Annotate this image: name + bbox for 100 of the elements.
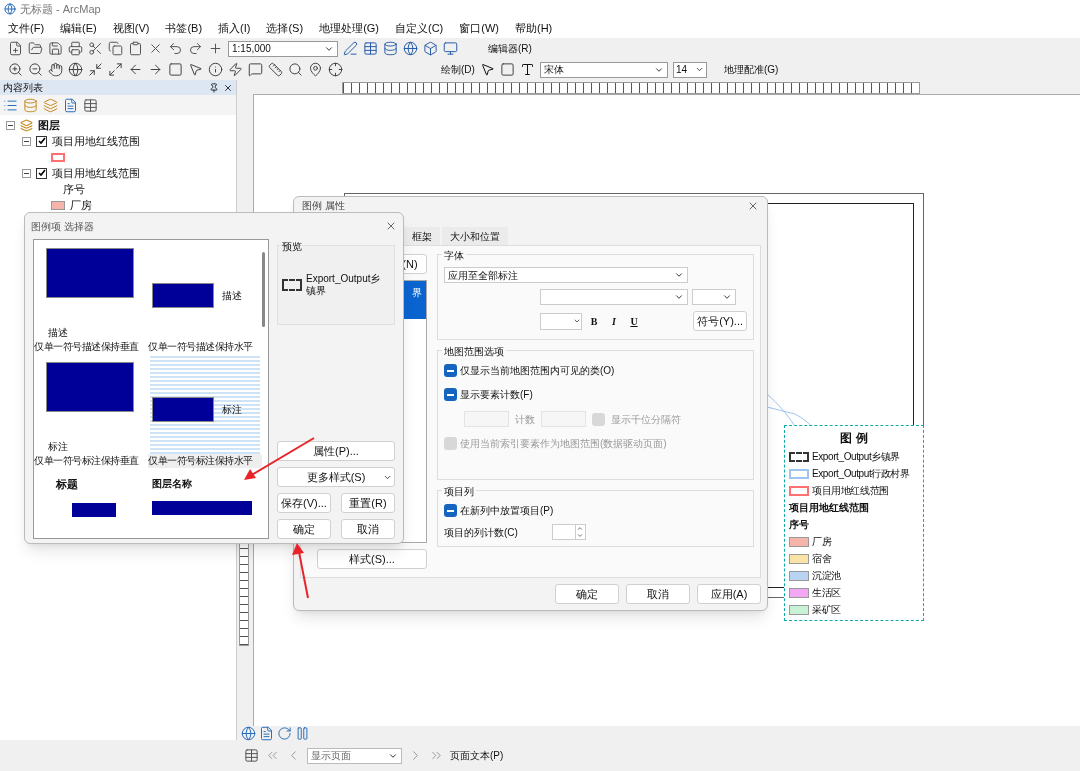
edit-pen-icon[interactable] (343, 41, 358, 56)
expand-icon[interactable] (108, 62, 123, 77)
font-combo[interactable]: 宋体 (539, 61, 668, 78)
delete-icon[interactable] (148, 41, 163, 56)
pin-icon[interactable] (209, 82, 219, 93)
printer-icon[interactable] (68, 41, 83, 56)
close-icon[interactable] (747, 200, 759, 212)
folder-icon[interactable] (28, 41, 43, 56)
menu-item[interactable]: 帮助(H) (515, 19, 553, 37)
scale-combo[interactable]: 1:15,000 (228, 40, 338, 57)
gallery-item[interactable]: 描述 仅单一符号描述保持垂直 (34, 240, 148, 354)
tree-label[interactable]: 图层 (38, 116, 60, 134)
window-icon[interactable] (443, 41, 458, 56)
menu-item[interactable]: 窗口(W) (459, 19, 499, 37)
pointer-icon[interactable] (188, 62, 203, 77)
lightning-icon[interactable] (228, 62, 243, 77)
table-icon[interactable] (363, 41, 378, 56)
drawing-menu[interactable]: 绘制(D) (441, 62, 475, 77)
georeferencing-menu[interactable]: 地理配准(G) (723, 62, 779, 77)
zoom-in-icon[interactable] (8, 62, 23, 77)
menu-item[interactable]: 文件(F) (8, 19, 45, 37)
new-file-icon[interactable] (8, 41, 23, 56)
data-view-icon[interactable] (241, 725, 256, 741)
dialog-button[interactable]: 取消 (341, 519, 395, 539)
copy-icon[interactable] (108, 41, 123, 56)
forward-arrow-icon[interactable] (148, 62, 163, 77)
close-icon[interactable] (223, 82, 233, 93)
editor-menu[interactable]: 编辑器(R) (488, 41, 532, 56)
dialog-button[interactable]: 应用(A) (697, 584, 761, 604)
checkbox[interactable] (444, 388, 457, 401)
font-color-picker[interactable] (540, 312, 582, 330)
layout-view-icon[interactable] (259, 725, 274, 741)
refresh-icon[interactable] (277, 725, 292, 741)
dialog-button[interactable]: 取消 (626, 584, 690, 604)
checkbox[interactable] (444, 504, 457, 517)
add-data-icon[interactable] (208, 41, 223, 56)
dialog-button[interactable]: 符号(Y)... (693, 311, 747, 331)
globe-icon[interactable] (68, 62, 83, 77)
menu-item[interactable]: 编辑(E) (60, 19, 97, 37)
page-text-menu[interactable]: 页面文本(P) (450, 748, 504, 763)
gallery-item[interactable]: 描述 仅单一符号描述保持水平 (148, 240, 262, 354)
document-icon[interactable] (63, 97, 78, 113)
gallery-item[interactable]: 标注 仅单一符号标注保持垂直 (34, 354, 148, 468)
more-styles-button[interactable]: 更多样式(S) (277, 467, 395, 487)
checkbox[interactable] (36, 167, 47, 179)
dialog-button[interactable]: 属性(P)... (277, 441, 395, 461)
message-icon[interactable] (248, 62, 263, 77)
redo-icon[interactable] (188, 41, 203, 56)
table-icon[interactable] (83, 97, 98, 113)
gallery-item[interactable]: 图层名称 (148, 468, 262, 518)
tree-label[interactable]: 项目用地红线范围 (52, 132, 140, 150)
shrink-icon[interactable] (88, 62, 103, 77)
menu-item[interactable]: 选择(S) (266, 19, 304, 37)
undo-icon[interactable] (168, 41, 183, 56)
dialog-button[interactable]: 保存(V)... (277, 493, 331, 513)
info-icon[interactable] (208, 62, 223, 77)
pause-icon[interactable] (295, 725, 310, 741)
dialog-button[interactable]: 重置(R) (341, 493, 395, 513)
menu-item[interactable]: 地理处理(G) (319, 19, 379, 37)
layers-icon[interactable] (43, 97, 58, 113)
list-icon[interactable] (3, 97, 18, 113)
dialog-button[interactable]: 样式(S)... (317, 549, 427, 569)
text-icon[interactable] (519, 62, 535, 77)
expand-toggle[interactable] (22, 136, 31, 146)
scrollbar-thumb[interactable] (262, 252, 265, 327)
tree-label[interactable]: 项目用地红线范围 (52, 164, 140, 182)
dialog-tab[interactable]: 框架 (404, 227, 440, 245)
save-icon[interactable] (48, 41, 63, 56)
page-combo[interactable]: 显示页面 (307, 747, 402, 764)
scissors-icon[interactable] (88, 41, 103, 56)
zoom-out-icon[interactable] (28, 62, 43, 77)
globe-icon[interactable] (403, 41, 418, 56)
menu-item[interactable]: 自定义(C) (395, 19, 444, 37)
toolbox-icon[interactable] (423, 41, 438, 56)
ruler-icon[interactable] (268, 62, 283, 77)
dialog-button[interactable]: 确定 (277, 519, 331, 539)
menu-item[interactable]: 插入(I) (218, 19, 251, 37)
format-button[interactable]: I (606, 313, 622, 329)
format-button[interactable]: B (586, 313, 602, 329)
menu-item[interactable]: 视图(V) (112, 19, 150, 37)
gallery-item[interactable]: 标题 (34, 468, 148, 518)
checkbox[interactable] (36, 135, 47, 147)
menu-item[interactable]: 书签(B) (165, 19, 203, 37)
font-size-combo[interactable]: 14 (672, 61, 707, 78)
expand-toggle[interactable] (6, 120, 15, 130)
database-icon[interactable] (383, 41, 398, 56)
dialog-tab[interactable]: 大小和位置 (442, 227, 508, 245)
hand-icon[interactable] (48, 62, 63, 77)
apply-combo[interactable]: 应用至全部标注 (444, 267, 688, 283)
layout-toolbar-icon[interactable] (244, 748, 259, 763)
dialog-button[interactable]: 确定 (555, 584, 619, 604)
map-pin-icon[interactable] (308, 62, 323, 77)
checkbox[interactable] (444, 364, 457, 377)
clipboard-icon[interactable] (128, 41, 143, 56)
crosshair-icon[interactable] (328, 62, 343, 77)
select-box-icon[interactable] (168, 62, 183, 77)
close-icon[interactable] (385, 220, 397, 232)
expand-toggle[interactable] (22, 168, 31, 178)
format-button[interactable]: U (626, 313, 642, 329)
pointer-icon[interactable] (479, 62, 495, 77)
